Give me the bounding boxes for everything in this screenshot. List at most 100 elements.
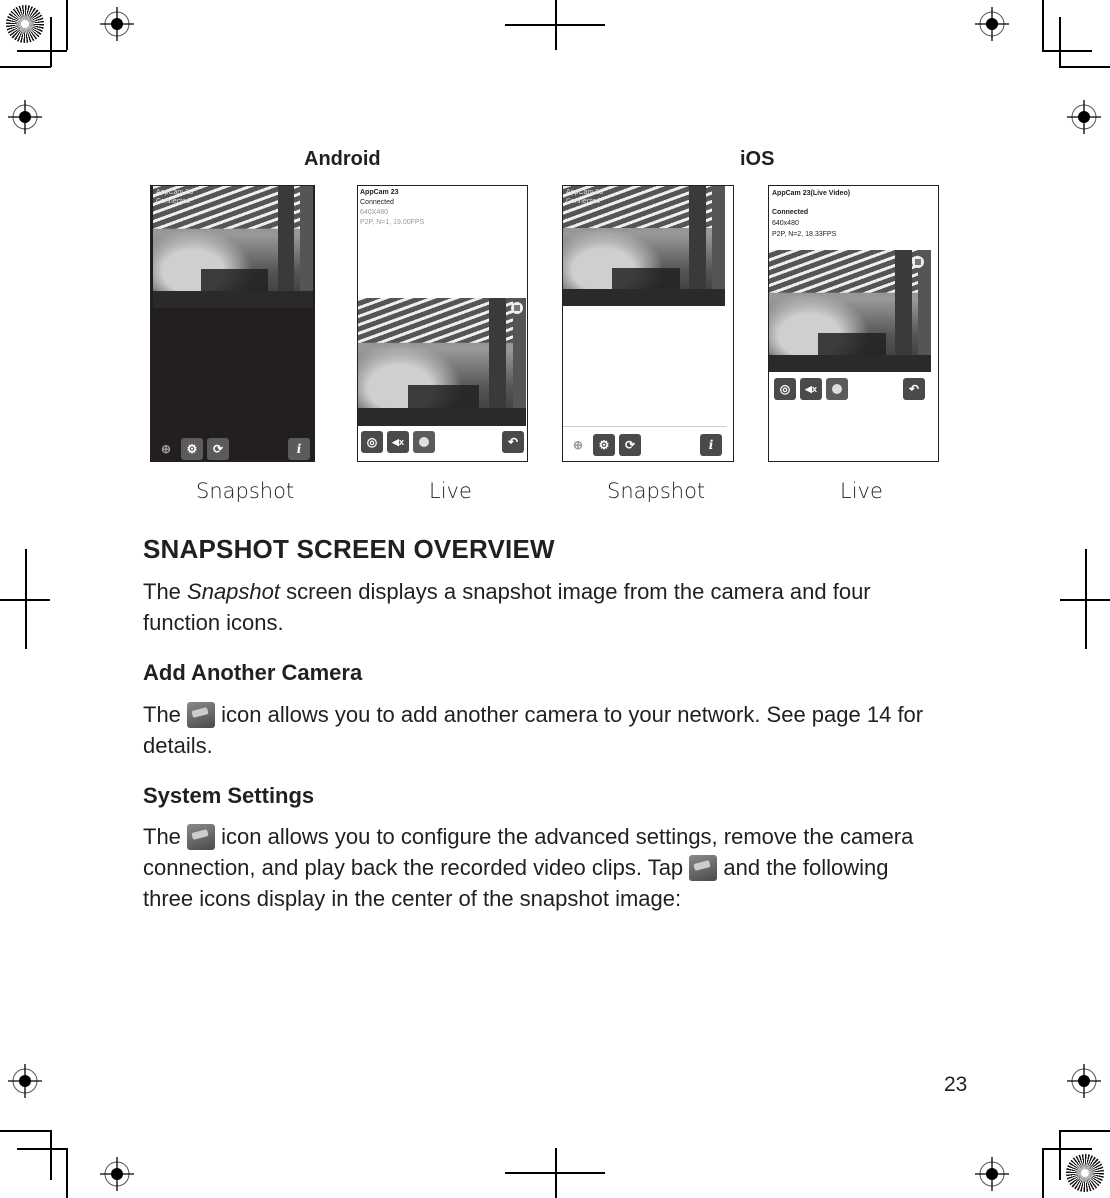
back-icon[interactable]: ↶ [903, 378, 925, 400]
live-info-panel: AppCam 23 Connected 640X480 P2P, N=1, 19… [360, 188, 424, 228]
stop-icon[interactable] [912, 256, 924, 268]
info-icon[interactable]: i [288, 438, 310, 460]
refresh-icon[interactable]: ⟳ [619, 434, 641, 456]
record-icon[interactable] [413, 431, 435, 453]
refresh-icon[interactable]: ⟳ [207, 438, 229, 460]
text: function icons. [143, 610, 284, 635]
ios-snapshot-screen: AppCam 23 Connected ⊕ ⚙ ⟳ i [562, 185, 734, 462]
snapshot-overlay: AppCam 23 Connected [566, 188, 603, 206]
mute-icon[interactable]: ◀x [800, 378, 822, 400]
info-icon[interactable]: i [700, 434, 722, 456]
registration-target-icon [100, 1157, 134, 1191]
crop-mark [0, 66, 51, 68]
caption-android-live: Live [429, 479, 472, 503]
stream-info: P2P, N=1, 19.00FPS [360, 219, 425, 226]
camera-snapshot-image: AppCam 23 Connected [563, 186, 725, 306]
mute-icon[interactable]: ◀x [387, 431, 409, 453]
resolution: 640X480 [360, 209, 389, 216]
snapshot-overlay: AppCam 23 Connected [156, 188, 193, 206]
add-camera-icon[interactable]: ⊕ [567, 434, 589, 456]
crop-mark [0, 1130, 51, 1132]
crop-mark [1042, 0, 1044, 50]
stop-icon[interactable] [511, 302, 523, 314]
live-info-panel: AppCam 23(Live Video) Connected 640x480 … [772, 188, 850, 240]
center-mark [555, 0, 557, 50]
crop-mark [66, 1148, 68, 1198]
intro-paragraph: The Snapshot screen displays a snapshot … [143, 576, 973, 638]
connection-status: Connected [772, 209, 809, 216]
page-number: 23 [944, 1073, 968, 1096]
live-toolbar: ◎ ◀x [774, 378, 848, 400]
ios-live-screen: AppCam 23(Live Video) Connected 640x480 … [768, 185, 939, 462]
caption-ios-live: Live [840, 479, 883, 503]
record-icon[interactable] [826, 378, 848, 400]
registration-target-icon [8, 1064, 42, 1098]
crop-mark [17, 50, 67, 52]
crop-mark [17, 1148, 67, 1150]
system-settings-icon[interactable]: ⚙ [593, 434, 615, 456]
text: icon allows you to configure the advance… [215, 824, 914, 849]
text: The [143, 702, 188, 727]
color-bar-star-icon [1066, 1154, 1104, 1192]
add-camera-icon[interactable]: ⊕ [155, 438, 177, 460]
connection-status: Connected [360, 199, 394, 206]
registration-target-icon [8, 100, 42, 134]
platform-label-ios: iOS [740, 148, 775, 170]
text: The [143, 824, 188, 849]
camera-name: AppCam 23(Live Video) [772, 190, 851, 197]
system-settings-icon [187, 824, 216, 850]
stream-info: P2P, N=2, 18.33FPS [772, 231, 837, 238]
crop-mark [1042, 50, 1092, 52]
add-camera-icon [187, 702, 216, 728]
text: The [143, 579, 188, 604]
center-mark [1085, 549, 1087, 649]
color-bar-star-icon [6, 5, 44, 43]
live-video-image [358, 298, 526, 426]
platform-label-android: Android [304, 148, 381, 170]
back-icon[interactable]: ↶ [502, 431, 524, 453]
android-live-screen: AppCam 23 Connected 640X480 P2P, N=1, 19… [357, 185, 528, 462]
text: and the following [717, 855, 889, 880]
camera-name: AppCam 23 [156, 189, 193, 196]
registration-target-icon [975, 7, 1009, 41]
resolution: 640x480 [772, 220, 799, 227]
text: connection, and play back the recorded v… [143, 855, 690, 880]
system-settings-icon[interactable]: ⚙ [181, 438, 203, 460]
connection-status: Connected [566, 198, 600, 205]
center-mark [555, 1148, 557, 1198]
snapshot-camera-icon[interactable]: ◎ [774, 378, 796, 400]
text: icon allows you to add another camera to… [215, 702, 924, 727]
live-toolbar: ◎ ◀x [361, 431, 435, 453]
crop-mark [66, 0, 68, 50]
system-settings-paragraph: The icon allows you to configure the adv… [143, 821, 973, 914]
camera-name: AppCam 23 [566, 189, 603, 196]
add-camera-paragraph: The icon allows you to add another camer… [143, 699, 973, 761]
crop-mark [50, 17, 52, 67]
registration-target-icon [100, 7, 134, 41]
crop-mark [1059, 66, 1110, 68]
add-camera-heading: Add Another Camera [143, 660, 363, 685]
system-settings-icon [689, 855, 718, 881]
connection-status: Connected [156, 198, 190, 205]
crop-mark [50, 1130, 52, 1180]
crop-mark [1059, 1130, 1061, 1180]
crop-mark [1059, 17, 1061, 67]
crop-mark [1059, 1130, 1110, 1132]
registration-target-icon [1067, 1064, 1101, 1098]
registration-target-icon [975, 1157, 1009, 1191]
camera-name: AppCam 23 [360, 189, 399, 196]
caption-android-snapshot: Snapshot [196, 479, 295, 503]
caption-ios-snapshot: Snapshot [607, 479, 706, 503]
snapshot-toolbar: ⊕ ⚙ ⟳ [567, 434, 641, 456]
center-mark [25, 549, 27, 649]
crop-mark [1042, 1148, 1092, 1150]
text: three icons display in the center of the… [143, 886, 682, 911]
text: details. [143, 733, 213, 758]
snapshot-camera-icon[interactable]: ◎ [361, 431, 383, 453]
camera-snapshot-image: AppCam 23 Connected [153, 186, 313, 308]
crop-mark [1042, 1148, 1044, 1198]
snapshot-emphasis: Snapshot [187, 579, 280, 604]
toolbar-divider [563, 426, 727, 427]
registration-target-icon [1067, 100, 1101, 134]
snapshot-toolbar: ⊕ ⚙ ⟳ [155, 438, 229, 460]
